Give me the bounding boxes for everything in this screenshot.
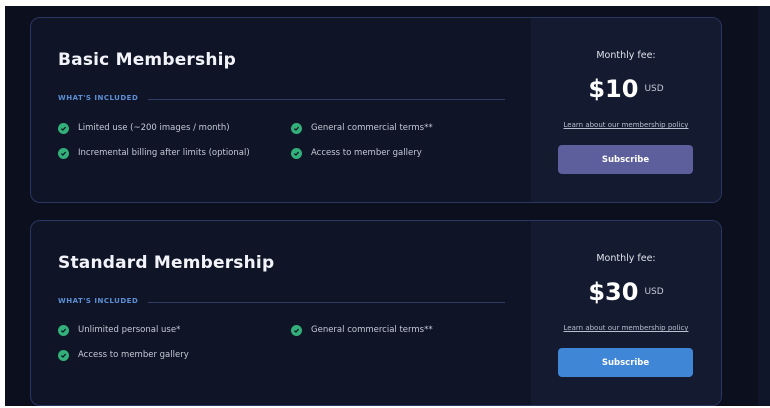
check-circle-icon bbox=[291, 122, 302, 134]
feature-text: Access to member gallery bbox=[78, 350, 189, 360]
feature-item: Unlimited personal use* bbox=[58, 323, 180, 337]
divider bbox=[148, 302, 505, 303]
check-circle-icon bbox=[58, 122, 69, 134]
membership-policy-link[interactable]: Learn about our membership policy bbox=[531, 121, 721, 129]
feature-text: Incremental billing after limits (option… bbox=[78, 148, 250, 158]
feature-item: Incremental billing after limits (option… bbox=[58, 146, 250, 160]
feature-text: Unlimited personal use* bbox=[78, 325, 181, 335]
plan-title: Standard Membership bbox=[58, 253, 275, 273]
fee-label: Monthly fee: bbox=[596, 253, 656, 264]
pricing-panel: Monthly fee: $10 USD Learn about our memb… bbox=[531, 18, 721, 202]
check-circle-icon bbox=[58, 147, 69, 159]
included-header: WHAT'S INCLUDED bbox=[58, 297, 505, 307]
feature-item: General commercial terms** bbox=[291, 323, 433, 337]
plan-card-basic: Basic Membership WHAT'S INCLUDED Limited… bbox=[30, 17, 722, 203]
feature-item: Access to member gallery bbox=[291, 146, 422, 160]
included-label: WHAT'S INCLUDED bbox=[58, 297, 139, 305]
price: $30 bbox=[588, 278, 639, 306]
feature-text: Limited use (~200 images / month) bbox=[78, 123, 230, 133]
subscribe-button[interactable]: Subscribe bbox=[558, 348, 693, 377]
plan-details: Standard Membership WHAT'S INCLUDED Unli… bbox=[31, 221, 531, 405]
included-label: WHAT'S INCLUDED bbox=[58, 94, 139, 102]
feature-item: General commercial terms** bbox=[291, 121, 433, 135]
plan-details: Basic Membership WHAT'S INCLUDED Limited… bbox=[31, 18, 531, 202]
price: $10 bbox=[588, 75, 639, 103]
scrollbar-track[interactable] bbox=[758, 6, 770, 406]
currency: USD bbox=[644, 287, 664, 297]
check-circle-icon bbox=[58, 349, 69, 361]
pricing-panel: Monthly fee: $30 USD Learn about our memb… bbox=[531, 221, 721, 405]
check-circle-icon bbox=[291, 147, 302, 159]
check-circle-icon bbox=[58, 324, 69, 336]
feature-text: Access to member gallery bbox=[311, 148, 422, 158]
membership-policy-link[interactable]: Learn about our membership policy bbox=[531, 324, 721, 332]
plan-card-standard: Standard Membership WHAT'S INCLUDED Unli… bbox=[30, 220, 722, 406]
feature-item: Access to member gallery bbox=[58, 348, 189, 362]
subscribe-button[interactable]: Subscribe bbox=[558, 145, 693, 174]
check-circle-icon bbox=[291, 324, 302, 336]
feature-text: General commercial terms** bbox=[311, 123, 433, 133]
fee-label: Monthly fee: bbox=[596, 50, 656, 61]
included-header: WHAT'S INCLUDED bbox=[58, 94, 505, 104]
feature-text: General commercial terms** bbox=[311, 325, 433, 335]
price-row: $30 USD bbox=[531, 278, 721, 306]
currency: USD bbox=[644, 84, 664, 94]
plan-title: Basic Membership bbox=[58, 50, 237, 70]
divider bbox=[148, 99, 505, 100]
feature-item: Limited use (~200 images / month) bbox=[58, 121, 230, 135]
price-row: $10 USD bbox=[531, 75, 721, 103]
